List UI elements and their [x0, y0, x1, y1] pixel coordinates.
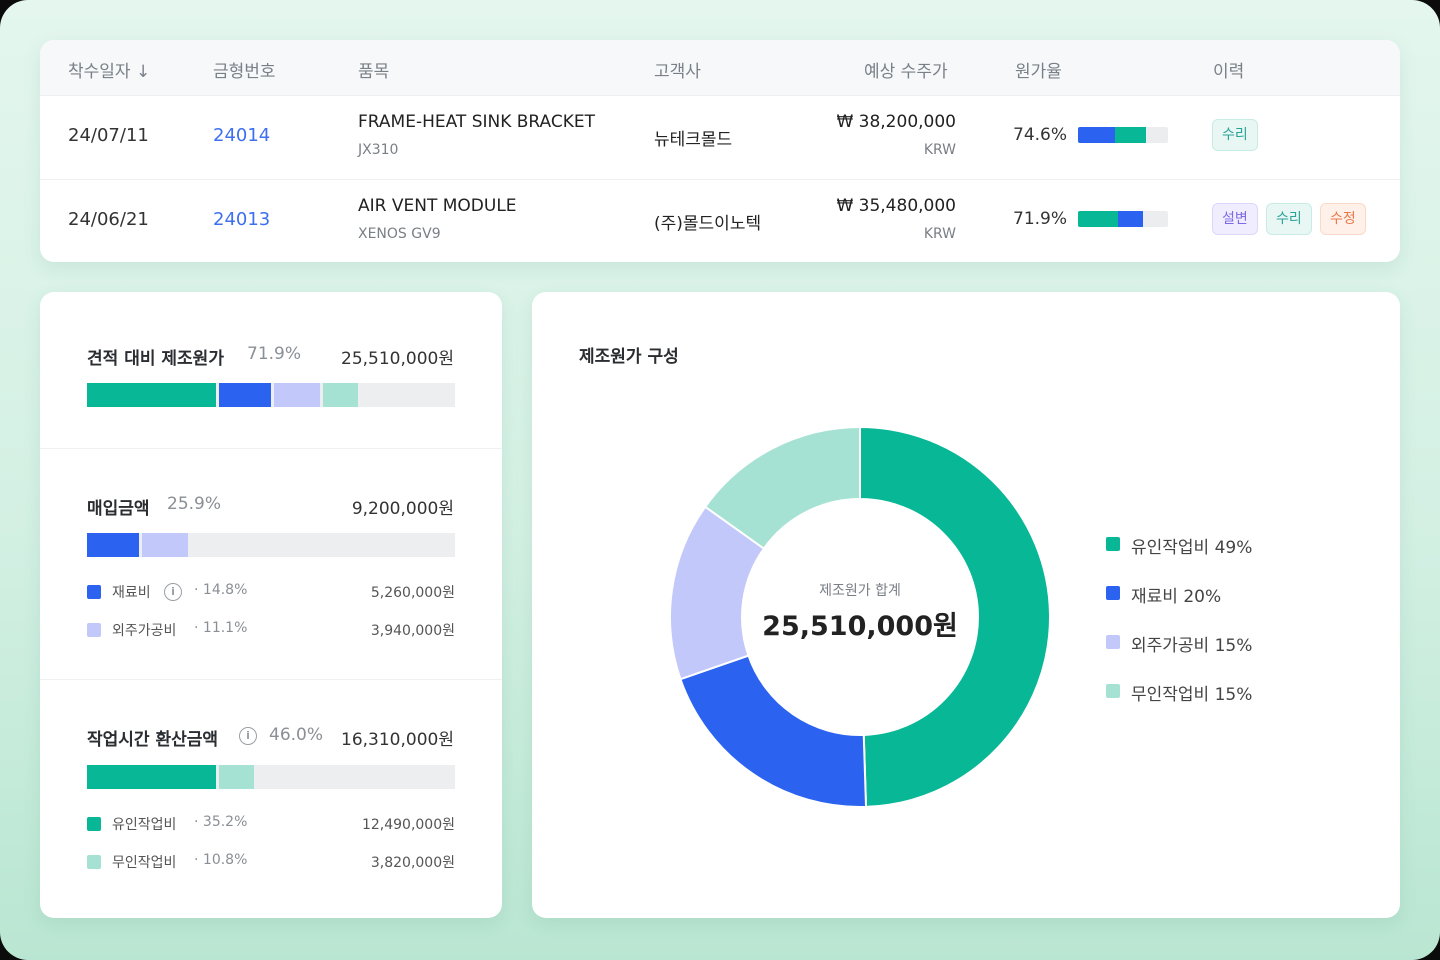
start-date: 24/07/11 — [68, 125, 149, 146]
col-header-customer: 고객사 — [654, 62, 701, 82]
app-frame: 착수일자 ↓ 금형번호 품목 고객사 예상 수주가 원가율 이력 24/07/1… — [0, 0, 1440, 960]
total-cost-amount: 25,510,000원 — [341, 349, 454, 369]
table-header: 착수일자 ↓ 금형번호 품목 고객사 예상 수주가 원가율 이력 — [40, 40, 1400, 96]
table-row[interactable]: 24/06/21 24013 AIR VENT MODULE XENOS GV9… — [40, 179, 1400, 262]
expected-price: ₩ 35,480,000 — [836, 196, 956, 216]
purchase-pct: 25.9% — [167, 494, 222, 514]
stack-segment — [219, 383, 271, 407]
cost-rate-value: 74.6% — [1013, 125, 1068, 145]
labor-title: 작업시간 환산금액 — [87, 730, 219, 750]
stack-segment — [323, 383, 358, 407]
col-header-price: 예상 수주가 — [864, 62, 948, 82]
info-icon[interactable]: i — [164, 583, 182, 601]
stack-segment — [87, 765, 216, 789]
info-icon[interactable]: i — [239, 727, 257, 745]
cost-composition-panel: 제조원가 구성 제조원가 합계 25,510,000원 유인작업비 49% 재료… — [532, 292, 1400, 918]
legend-label: 외주가공비 15% — [1131, 636, 1253, 656]
cost-rate-bar — [1078, 211, 1168, 227]
stack-segment — [219, 765, 254, 789]
material-pct: · 14.8% — [194, 582, 248, 598]
col-header-history: 이력 — [1213, 62, 1245, 82]
customer-name: (주)몰드이노텍 — [654, 214, 762, 234]
cost-rate-value: 71.9% — [1013, 209, 1068, 229]
rate-bar-segment — [1078, 127, 1115, 143]
donut-center-value: 25,510,000원 — [762, 611, 958, 642]
unmanned-pct: · 10.8% — [194, 852, 248, 868]
outsourcing-amount: 3,940,000원 — [370, 623, 455, 639]
col-header-date[interactable]: 착수일자 ↓ — [68, 57, 150, 82]
donut-slice-재료비[interactable] — [679, 654, 868, 808]
manned-amount: 12,490,000원 — [361, 817, 455, 833]
col-header-item: 품목 — [358, 62, 390, 82]
mold-code-link[interactable]: 24014 — [213, 125, 270, 146]
total-cost-title: 견적 대비 제조원가 — [87, 349, 224, 369]
table-row[interactable]: 24/07/11 24014 FRAME-HEAT SINK BRACKET J… — [40, 96, 1400, 179]
item-name: FRAME-HEAT SINK BRACKET — [358, 112, 596, 132]
unmanned-swatch — [87, 855, 101, 869]
outsourcing-pct: · 11.1% — [194, 620, 248, 636]
unmanned-label: 무인작업비 — [112, 855, 177, 871]
labor-amount: 16,310,000원 — [341, 730, 454, 750]
manned-swatch — [87, 817, 101, 831]
manned-pct: · 35.2% — [194, 814, 248, 830]
material-amount: 5,260,000원 — [370, 585, 455, 601]
customer-name: 뉴테크몰드 — [654, 130, 733, 150]
currency-label: KRW — [923, 142, 956, 158]
total-cost-bar — [87, 383, 455, 407]
rate-bar-segment — [1115, 127, 1146, 143]
rate-bar-segment — [1118, 211, 1143, 227]
total-cost-pct: 71.9% — [247, 344, 302, 364]
purchase-section: 매입금액 25.9% 9,200,000원 재료비 i · 14.8% 5,26… — [40, 448, 502, 679]
col-header-code: 금형번호 — [213, 62, 276, 82]
donut-center-label: 제조원가 합계 — [819, 583, 901, 599]
stack-segment — [87, 533, 139, 557]
history-badge[interactable]: 수리 — [1266, 203, 1312, 235]
manned-work-row: 유인작업비 · 35.2% 12,490,000원 — [87, 814, 455, 834]
legend-label: 유인작업비 49% — [1131, 538, 1253, 558]
chart-title: 제조원가 구성 — [579, 347, 679, 367]
legend-swatch — [1106, 635, 1120, 649]
purchase-amount: 9,200,000원 — [351, 499, 454, 519]
rate-bar-segment — [1078, 211, 1118, 227]
item-name: AIR VENT MODULE — [358, 196, 517, 216]
legend-swatch — [1106, 586, 1120, 600]
unmanned-work-row: 무인작업비 · 10.8% 3,820,000원 — [87, 852, 455, 872]
currency-label: KRW — [923, 226, 956, 242]
legend-label: 재료비 20% — [1131, 587, 1222, 607]
labor-bar — [87, 765, 455, 789]
material-swatch — [87, 585, 101, 599]
manned-label: 유인작업비 — [112, 817, 177, 833]
total-cost-section: 견적 대비 제조원가 71.9% 25,510,000원 — [40, 292, 502, 448]
material-label: 재료비 — [112, 585, 151, 601]
mold-code-link[interactable]: 24013 — [213, 209, 270, 230]
cost-rate-bar — [1078, 127, 1168, 143]
cost-summary-panel: 견적 대비 제조원가 71.9% 25,510,000원 매입금액 25.9% … — [40, 292, 502, 918]
stack-segment — [274, 383, 320, 407]
history-badge[interactable]: 수리 — [1212, 119, 1258, 151]
material-cost-row: 재료비 i · 14.8% 5,260,000원 — [87, 582, 455, 602]
history-badge[interactable]: 수정 — [1320, 203, 1366, 235]
stack-segment — [142, 533, 188, 557]
item-model: XENOS GV9 — [358, 226, 441, 242]
labor-pct: 46.0% — [269, 725, 324, 745]
outsourcing-label: 외주가공비 — [112, 623, 177, 639]
unmanned-amount: 3,820,000원 — [370, 855, 455, 871]
legend-swatch — [1106, 684, 1120, 698]
purchase-title: 매입금액 — [87, 499, 150, 519]
item-model: JX310 — [358, 142, 399, 158]
mold-table: 착수일자 ↓ 금형번호 품목 고객사 예상 수주가 원가율 이력 24/07/1… — [40, 40, 1400, 262]
legend-label: 무인작업비 15% — [1131, 685, 1253, 705]
outsourcing-swatch — [87, 623, 101, 637]
start-date: 24/06/21 — [68, 209, 149, 230]
labor-section: 작업시간 환산금액 i 46.0% 16,310,000원 유인작업비 · 35… — [40, 679, 502, 918]
expected-price: ₩ 38,200,000 — [836, 112, 956, 132]
legend-swatch — [1106, 537, 1120, 551]
stack-segment — [87, 383, 216, 407]
outsourcing-cost-row: 외주가공비 · 11.1% 3,940,000원 — [87, 620, 455, 640]
col-header-cost-rate: 원가율 — [1015, 62, 1062, 82]
purchase-bar — [87, 533, 455, 557]
history-badge[interactable]: 설변 — [1212, 203, 1258, 235]
